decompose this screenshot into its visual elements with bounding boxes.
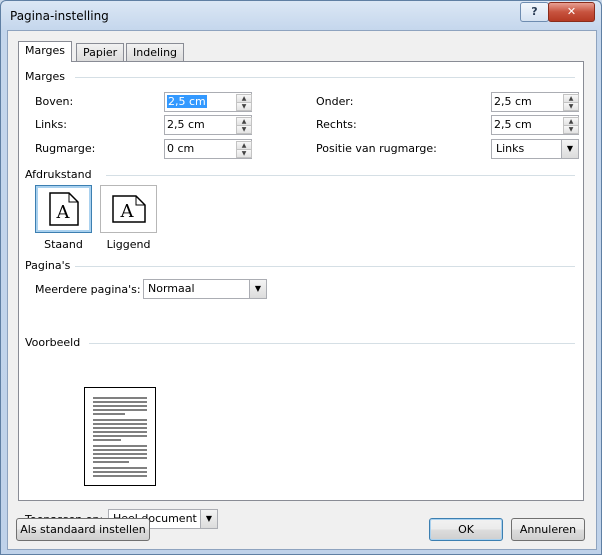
- gutter-position-value: Links: [496, 142, 525, 155]
- chevron-down-icon[interactable]: ▼: [561, 140, 578, 158]
- top-margin-value[interactable]: 2,5 cm: [167, 95, 207, 108]
- page-preview: [84, 387, 156, 486]
- tab-indeling[interactable]: Indeling: [126, 43, 185, 61]
- top-margin-spinner[interactable]: 2,5 cm ▲ ▼: [164, 92, 252, 112]
- right-margin-value[interactable]: 2,5 cm: [494, 118, 532, 131]
- dialog-title: Pagina-instelling: [10, 9, 109, 23]
- portrait-page-icon: A: [49, 192, 79, 226]
- ok-button[interactable]: OK: [429, 518, 503, 541]
- multiple-pages-label: Meerdere pagina's:: [35, 283, 141, 296]
- landscape-option[interactable]: A: [100, 185, 157, 233]
- spin-down-icon[interactable]: ▼: [236, 102, 252, 111]
- dialog-body: Marges Papier Indeling Marges Boven: 2,5…: [7, 30, 597, 550]
- multiple-pages-value: Normaal: [148, 282, 195, 295]
- chevron-down-icon[interactable]: ▼: [200, 510, 217, 528]
- pages-divider: [75, 266, 575, 267]
- preview-text-lines: [93, 397, 147, 477]
- spin-down-icon[interactable]: ▼: [563, 102, 579, 111]
- landscape-page-icon: A: [112, 195, 146, 223]
- right-margin-label: Rechts:: [316, 118, 357, 131]
- page-setup-dialog: Pagina-instelling ? ✕ Marges Papier Inde…: [0, 0, 602, 555]
- gutter-position-label: Positie van rugmarge:: [316, 142, 437, 155]
- help-button[interactable]: ?: [520, 2, 549, 22]
- orientation-divider: [106, 175, 575, 176]
- pages-group-label: Pagina's: [25, 259, 71, 272]
- cancel-button[interactable]: Annuleren: [511, 518, 585, 541]
- bottom-margin-spinner[interactable]: 2,5 cm ▲ ▼: [491, 92, 579, 112]
- chevron-down-icon[interactable]: ▼: [249, 280, 266, 298]
- tab-marges[interactable]: Marges: [18, 41, 73, 62]
- set-as-default-button[interactable]: Als standaard instellen: [16, 518, 150, 541]
- gutter-label: Rugmarge:: [35, 142, 96, 155]
- top-margin-label: Boven:: [35, 95, 74, 108]
- portrait-option[interactable]: A: [35, 185, 92, 233]
- margins-group-label: Marges: [25, 70, 66, 83]
- margins-divider: [75, 77, 575, 78]
- left-margin-value[interactable]: 2,5 cm: [167, 118, 205, 131]
- gutter-value[interactable]: 0 cm: [167, 142, 194, 155]
- orientation-group-label: Afdrukstand: [25, 168, 92, 181]
- tab-papier[interactable]: Papier: [76, 43, 125, 61]
- gutter-spinner[interactable]: 0 cm ▲ ▼: [164, 139, 252, 159]
- left-margin-label: Links:: [35, 118, 67, 131]
- preview-divider: [89, 343, 575, 344]
- spin-down-icon[interactable]: ▼: [236, 149, 252, 158]
- gutter-position-select[interactable]: Links ▼: [491, 139, 579, 159]
- tab-panel-marges: Marges Boven: 2,5 cm ▲ ▼ Onder: 2,5 cm ▲ ▼…: [18, 61, 584, 529]
- close-button[interactable]: ✕: [548, 2, 595, 22]
- portrait-label[interactable]: Staand: [35, 238, 92, 251]
- title-bar[interactable]: Pagina-instelling ? ✕: [1, 1, 601, 31]
- svg-text:A: A: [56, 202, 71, 223]
- left-margin-spinner[interactable]: 2,5 cm ▲ ▼: [164, 115, 252, 135]
- right-margin-spinner[interactable]: 2,5 cm ▲ ▼: [491, 115, 579, 135]
- spin-down-icon[interactable]: ▼: [563, 125, 579, 134]
- svg-text:A: A: [120, 201, 135, 222]
- bottom-margin-label: Onder:: [316, 95, 354, 108]
- landscape-label[interactable]: Liggend: [100, 238, 157, 251]
- bottom-margin-value[interactable]: 2,5 cm: [494, 95, 532, 108]
- spin-down-icon[interactable]: ▼: [236, 125, 252, 134]
- multiple-pages-select[interactable]: Normaal ▼: [143, 279, 267, 299]
- preview-group-label: Voorbeeld: [25, 336, 81, 349]
